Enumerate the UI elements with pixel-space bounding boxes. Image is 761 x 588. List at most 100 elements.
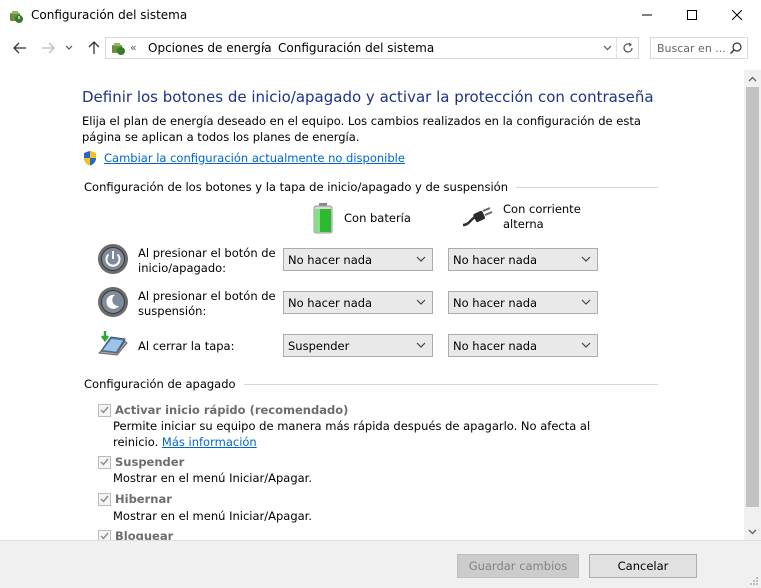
change-settings-link-row: Cambiar la configuración actualmente no … <box>82 150 405 166</box>
power-options-icon <box>10 11 23 23</box>
checkmark-icon <box>100 532 109 540</box>
change-settings-link[interactable]: Cambiar la configuración actualmente no … <box>104 151 405 165</box>
hibernate-option[interactable]: Hibernar <box>98 492 172 506</box>
sleep-description: Mostrar en el menú Iniciar/Apagar. <box>113 471 313 485</box>
maximize-icon <box>686 10 697 20</box>
sleep-button-battery-select[interactable]: No hacer nada <box>283 291 433 314</box>
shutdown-group-title: Configuración de apagado <box>84 377 658 391</box>
main-content: Definir los botones de inicio/apagado y … <box>0 70 744 540</box>
chevron-down-icon <box>416 299 426 305</box>
power-button-icon <box>98 244 128 274</box>
forward-button[interactable] <box>38 38 58 58</box>
save-changes-button[interactable]: Guardar cambios <box>457 554 579 578</box>
lid-close-label: Al cerrar la tapa: <box>138 339 235 353</box>
power-button-label: Al presionar el botón de inicio/apagado: <box>138 246 276 275</box>
dialog-footer: Guardar cambios Cancelar <box>0 540 761 588</box>
sleep-button-ac-value: No hacer nada <box>453 295 538 310</box>
minimize-button[interactable] <box>624 0 669 30</box>
lid-close-battery-select[interactable]: Suspender <box>283 334 433 357</box>
uac-shield-icon <box>84 151 96 166</box>
power-options-icon <box>112 43 125 55</box>
arrow-left-icon <box>13 42 26 54</box>
chevron-down-icon <box>416 256 426 262</box>
battery-icon <box>313 203 333 234</box>
chevron-down-icon <box>581 299 591 305</box>
more-info-link[interactable]: Más información <box>162 435 257 449</box>
up-button[interactable] <box>84 38 104 58</box>
page-title: Definir los botones de inicio/apagado y … <box>82 88 654 106</box>
scroll-up-button[interactable] <box>744 70 761 87</box>
fast-startup-checkbox[interactable] <box>98 403 111 417</box>
breadcrumb-separator-icon[interactable]: › <box>261 40 266 54</box>
window-title: Configuración del sistema <box>31 8 188 22</box>
lid-close-ac-value: No hacer nada <box>453 338 538 353</box>
sleep-option[interactable]: Suspender <box>98 455 184 469</box>
power-button-ac-value: No hacer nada <box>453 252 538 267</box>
cancel-button[interactable]: Cancelar <box>589 554 697 578</box>
maximize-button[interactable] <box>669 0 714 30</box>
breadcrumb-power-options[interactable]: Opciones de energía <box>148 41 272 55</box>
hibernate-checkbox[interactable] <box>98 492 111 506</box>
power-button-battery-select[interactable]: No hacer nada <box>283 248 433 271</box>
chevron-down-icon <box>581 342 591 348</box>
resize-grip-icon[interactable] <box>749 576 759 586</box>
column-ac: Con corriente alterna <box>461 202 593 232</box>
refresh-icon <box>622 42 633 53</box>
sleep-label: Suspender <box>115 455 185 469</box>
power-plug-icon <box>462 207 493 227</box>
title-bar: Configuración del sistema <box>0 0 761 32</box>
fast-startup-option[interactable]: Activar inicio rápido (recomendado) <box>98 403 348 417</box>
lock-checkbox[interactable] <box>98 529 111 540</box>
shutdown-group-label: Configuración de apagado <box>84 377 236 391</box>
chevron-down-icon <box>581 256 591 262</box>
power-button-battery-value: No hacer nada <box>288 252 373 267</box>
chevron-down-icon <box>416 342 426 348</box>
address-bar[interactable]: « Opciones de energía › Configuración de… <box>105 37 639 59</box>
intro-text: Elija el plan de energía deseado en el e… <box>82 114 641 144</box>
checkmark-icon <box>100 458 109 466</box>
chevron-down-icon <box>65 45 73 50</box>
group-divider <box>243 383 658 385</box>
column-battery-label: Con batería <box>344 210 411 225</box>
close-button[interactable] <box>714 0 759 30</box>
back-button[interactable] <box>10 38 30 58</box>
column-battery: Con batería <box>312 202 411 234</box>
recent-locations-button[interactable] <box>62 38 76 58</box>
chevron-up-icon <box>748 76 757 81</box>
sleep-button-battery-value: No hacer nada <box>288 295 373 310</box>
arrow-right-icon <box>42 42 55 54</box>
sleep-button-label: Al presionar el botón de suspensión: <box>138 289 276 318</box>
hibernate-description: Mostrar en el menú Iniciar/Apagar. <box>113 509 313 523</box>
checkmark-icon <box>100 406 109 414</box>
group-divider <box>515 186 658 188</box>
sleep-checkbox[interactable] <box>98 455 111 469</box>
buttons-group-title: Configuración de los botones y la tapa d… <box>84 180 658 194</box>
search-input[interactable] <box>657 40 727 56</box>
search-icon[interactable] <box>729 41 743 55</box>
lid-close-battery-value: Suspender <box>288 338 350 353</box>
address-dropdown-button[interactable] <box>600 41 614 55</box>
refresh-button[interactable] <box>616 38 638 58</box>
buttons-group-label: Configuración de los botones y la tapa d… <box>84 180 508 194</box>
breadcrumb-system-settings[interactable]: Configuración del sistema <box>278 41 434 55</box>
column-ac-label: Con corriente alterna <box>503 202 581 231</box>
lock-option[interactable]: Bloquear <box>98 529 173 540</box>
vertical-scrollbar[interactable] <box>744 70 761 540</box>
sleep-button-ac-select[interactable]: No hacer nada <box>448 291 598 314</box>
navigation-bar: « Opciones de energía › Configuración de… <box>0 32 761 64</box>
hibernate-label: Hibernar <box>115 492 172 506</box>
lid-close-ac-select[interactable]: No hacer nada <box>448 334 598 357</box>
breadcrumb-overflow[interactable]: « <box>130 41 137 54</box>
scroll-thumb[interactable] <box>746 87 759 507</box>
checkmark-icon <box>100 495 109 503</box>
scroll-down-button[interactable] <box>744 523 761 540</box>
power-button-ac-select[interactable]: No hacer nada <box>448 248 598 271</box>
fast-startup-label: Activar inicio rápido (recomendado) <box>115 403 349 417</box>
arrow-up-icon <box>88 41 100 54</box>
sleep-button-icon <box>98 287 128 317</box>
chevron-down-icon <box>603 45 611 51</box>
close-icon <box>731 10 742 20</box>
minimize-icon <box>641 14 652 16</box>
search-box[interactable] <box>650 37 748 59</box>
lock-label: Bloquear <box>115 529 174 540</box>
